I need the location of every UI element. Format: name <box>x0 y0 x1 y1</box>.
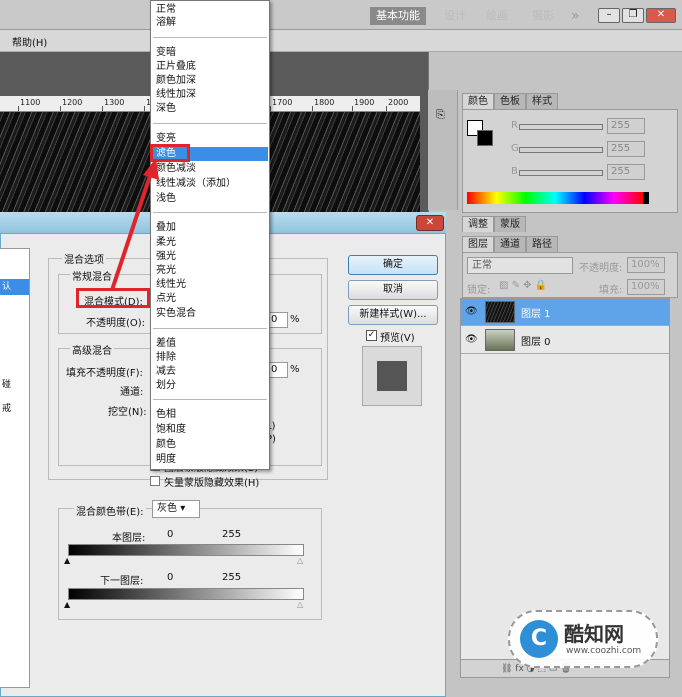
annotation-arrow-icon <box>110 158 159 291</box>
